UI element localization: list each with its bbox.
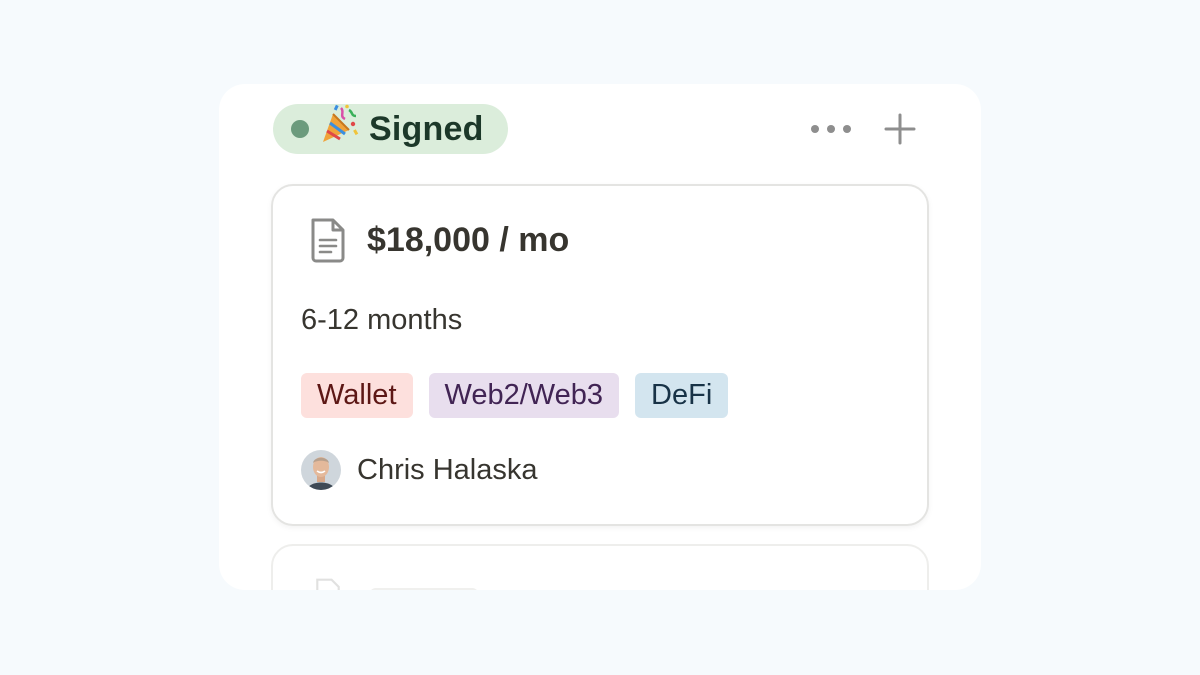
status-group-pill[interactable]: Signed [273, 104, 508, 154]
status-label: Signed [369, 109, 484, 148]
column-header: Signed [273, 104, 921, 156]
more-options-button[interactable] [811, 116, 851, 142]
tag-list: Wallet Web2/Web3 DeFi [301, 373, 729, 418]
add-card-button[interactable] [883, 112, 917, 146]
faded-title [369, 588, 479, 590]
status-dot [291, 120, 309, 138]
tag-wallet: Wallet [301, 373, 413, 418]
assignee-name: Chris Halaska [357, 453, 538, 486]
assignee: Chris Halaska [301, 450, 538, 490]
board-card[interactable]: $18,000 / mo 6-12 months Wallet Web2/Web… [271, 184, 929, 526]
plus-icon [884, 113, 916, 145]
party-popper-icon [319, 104, 359, 144]
card-title: $18,000 / mo [367, 220, 570, 259]
kanban-column: Signed $18,000 / mo 6-12 months Wallet W… [219, 84, 981, 590]
ellipsis-dot [811, 125, 819, 133]
duration-property: 6-12 months [301, 304, 463, 336]
document-icon [307, 216, 349, 264]
card-title-row: $18,000 / mo [307, 216, 569, 264]
avatar [301, 450, 341, 490]
tag-defi: DeFi [635, 373, 729, 418]
next-card-partial[interactable] [271, 544, 929, 590]
ellipsis-dot [827, 125, 835, 133]
ellipsis-dot [843, 125, 851, 133]
tag-web2-web3: Web2/Web3 [428, 373, 620, 418]
document-icon [316, 578, 340, 590]
